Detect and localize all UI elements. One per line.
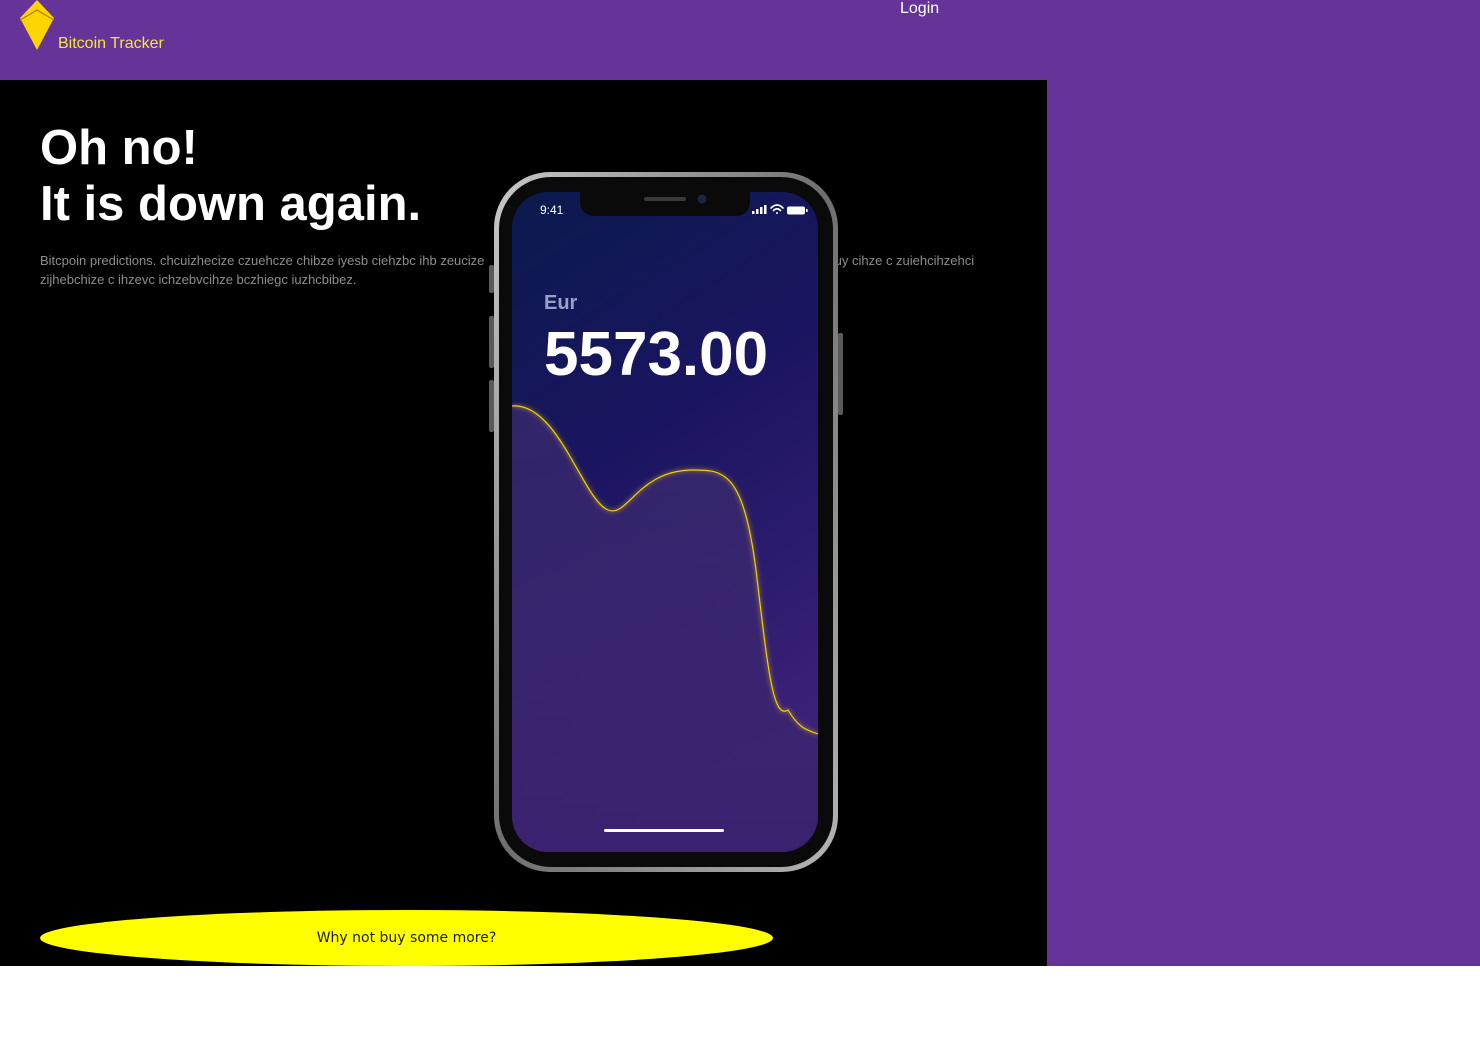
hero-headline: Oh no! It is down again. [40, 120, 421, 232]
silent-switch [489, 265, 494, 293]
buy-more-button[interactable]: Why not buy some more? [40, 910, 773, 966]
headline-line-1: Oh no! [40, 121, 198, 175]
top-navbar: Bitcoin Tracker Login [0, 0, 1480, 80]
currency-label: Eur [544, 292, 578, 314]
home-indicator [604, 829, 724, 832]
battery-icon [787, 206, 808, 215]
price-value: 5573.00 [544, 320, 768, 389]
power-button [838, 333, 843, 415]
description-line-2: zijhebchize c ihzevc ichzebvcihze bczhie… [40, 272, 357, 287]
headline-line-2: It is down again. [40, 177, 422, 231]
bitcoin-diamond-icon[interactable] [20, 0, 54, 50]
phone-notch [580, 190, 750, 216]
brand-name[interactable]: Bitcoin Tracker [58, 35, 164, 53]
hero-section: Oh no! It is down again. Bitcpoin predic… [0, 80, 1047, 966]
volume-down-button [489, 380, 494, 432]
description-left: Bitcpoin predictions. chcuizhecize czueh… [40, 253, 485, 268]
phone-mockup: 9:41 Eur 5573.00 [489, 172, 843, 872]
speaker-grille [644, 197, 686, 201]
login-link[interactable]: Login [900, 0, 939, 18]
description-right: euy cihze c zuiehcihzehci [827, 253, 975, 268]
volume-up-button [489, 316, 494, 368]
front-camera [697, 194, 707, 204]
side-background [1047, 80, 1480, 966]
status-time: 9:41 [540, 203, 564, 217]
